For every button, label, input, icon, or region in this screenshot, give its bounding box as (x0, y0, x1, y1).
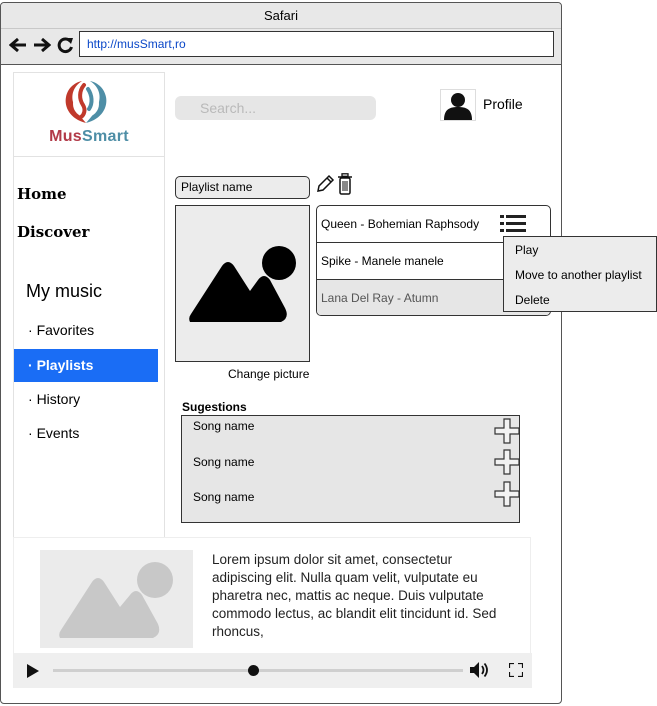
play-icon[interactable] (27, 664, 39, 678)
my-music-heading: My music (26, 281, 102, 301)
address-bar[interactable]: http://musSmart,ro (79, 31, 554, 57)
profile-avatar-icon[interactable] (440, 89, 476, 121)
browser-toolbar: http://musSmart,ro (1, 29, 561, 65)
progress-thumb[interactable] (248, 665, 260, 676)
reload-icon[interactable] (55, 35, 75, 55)
trash-icon[interactable] (337, 173, 353, 195)
sidebar-item-history[interactable]: · History (14, 383, 158, 416)
list-item: Song name (193, 490, 255, 504)
nav-home[interactable]: Home (17, 185, 67, 203)
player-thumbnail (40, 550, 193, 648)
suggestions-title: Sugestions (182, 400, 247, 414)
volume-icon[interactable] (470, 661, 490, 679)
back-arrow-icon[interactable] (8, 35, 28, 55)
forward-arrow-icon[interactable] (32, 35, 52, 55)
list-item: Song name (193, 419, 255, 433)
logo-text: MusSmart (49, 128, 129, 145)
logo-mark-icon (65, 81, 107, 123)
logo: MusSmart (14, 73, 164, 157)
plus-icon[interactable] (494, 481, 520, 507)
menu-item-move[interactable]: Move to another playlist (515, 268, 642, 282)
sidebar-item-favorites[interactable]: · Favorites (14, 314, 158, 347)
suggestions-list: Song name Song name Song name (181, 415, 520, 523)
profile-label[interactable]: Profile (483, 96, 523, 112)
window-title: Safari (1, 3, 561, 29)
song-context-menu: Play Move to another playlist Delete (503, 236, 657, 312)
fullscreen-icon[interactable] (509, 663, 523, 677)
menu-item-play[interactable]: Play (515, 243, 538, 257)
media-player: Lorem ipsum dolor sit amet, consectetur … (13, 537, 532, 688)
playlist-picture[interactable] (175, 205, 310, 362)
list-item: Song name (193, 455, 255, 469)
player-description: Lorem ipsum dolor sit amet, consectetur … (212, 552, 497, 639)
sidebar-item-playlists[interactable]: · Playlists (14, 349, 158, 382)
playlist-name-input[interactable]: Playlist name (175, 176, 310, 199)
pencil-icon[interactable] (315, 174, 335, 194)
sidebar-item-events[interactable]: · Events (14, 417, 158, 450)
menu-item-delete[interactable]: Delete (515, 293, 550, 307)
image-placeholder-icon (189, 246, 296, 322)
change-picture-link[interactable]: Change picture (228, 367, 309, 381)
search-input[interactable]: Search... (175, 96, 376, 120)
image-placeholder-icon (59, 562, 173, 638)
list-menu-icon[interactable] (500, 215, 526, 232)
plus-icon[interactable] (494, 418, 520, 444)
plus-icon[interactable] (494, 449, 520, 475)
player-controls (14, 653, 532, 688)
nav-discover[interactable]: Discover (17, 223, 89, 241)
sidebar: MusSmart Home Discover My music · Favori… (13, 72, 165, 537)
